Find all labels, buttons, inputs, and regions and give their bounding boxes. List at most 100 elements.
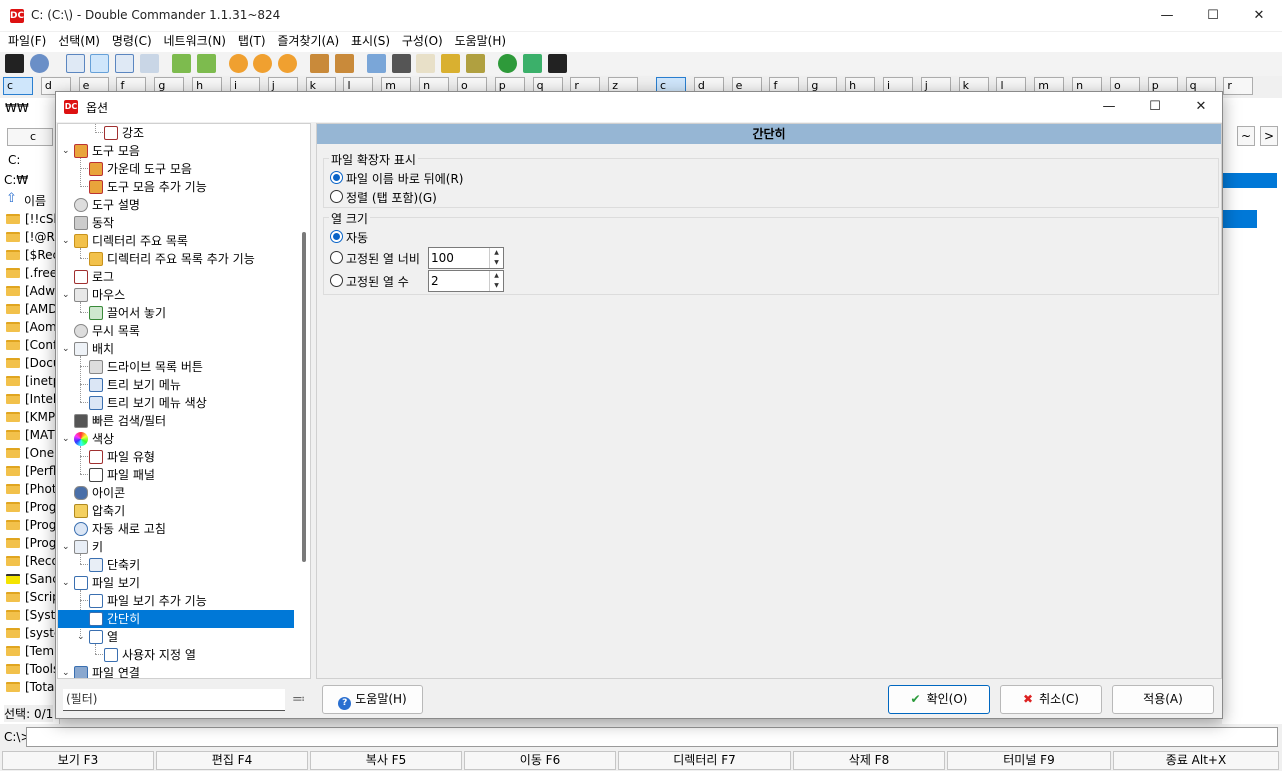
tree-item[interactable]: 도구 모음 (74, 142, 140, 160)
expand-chevron-icon[interactable]: ⌄ (62, 435, 70, 444)
list-item[interactable]: [inetp (0, 372, 60, 390)
tree-item[interactable]: 강조 (104, 124, 144, 142)
unpack-icon[interactable] (334, 54, 354, 73)
list-item[interactable]: [MAT (0, 426, 60, 444)
binoculars-icon[interactable] (391, 54, 411, 73)
spin-down-icon[interactable]: ▼ (489, 258, 503, 268)
pack-icon[interactable] (310, 54, 330, 73)
apply-button[interactable]: 적용(A) (1112, 685, 1214, 714)
spin-up-icon[interactable]: ▲ (489, 248, 503, 258)
list-item[interactable]: [Perfl (0, 462, 60, 480)
network-label[interactable]: ₩₩ (5, 101, 29, 115)
tree-item[interactable]: 마우스 (74, 286, 125, 304)
brief-view-icon[interactable] (65, 54, 85, 73)
expand-chevron-icon[interactable]: ⌄ (62, 579, 70, 588)
edit-button[interactable]: 편집 F4 (156, 751, 308, 770)
dialog-close-button[interactable]: ✕ (1178, 92, 1224, 122)
expand-chevron-icon[interactable]: ⌄ (62, 345, 70, 354)
tree-item[interactable]: 동작 (74, 214, 114, 232)
menu-commands[interactable]: 명령(C) (108, 32, 156, 50)
radio-fixed-width[interactable] (330, 251, 343, 264)
menu-favorites[interactable]: 즐겨찾기(A) (273, 32, 343, 50)
expand-chevron-icon[interactable]: ⌄ (62, 147, 70, 156)
plugin-icon[interactable] (228, 54, 248, 73)
tree-item[interactable]: 도구 모음 추가 기능 (89, 178, 207, 196)
columns-view-icon[interactable] (90, 54, 110, 73)
list-item[interactable]: [Scrip (0, 588, 60, 606)
tree-item[interactable]: 드라이브 목록 버튼 (89, 358, 203, 376)
tree-item[interactable]: 파일 유형 (89, 448, 155, 466)
move-button[interactable]: 이동 F6 (464, 751, 616, 770)
next-button[interactable]: > (1260, 126, 1278, 146)
clipboard-icon[interactable] (466, 54, 486, 73)
tree-item[interactable]: 압축기 (74, 502, 125, 520)
tree-item[interactable]: 디렉터리 주요 목록 (74, 232, 188, 250)
menu-tabs[interactable]: 탭(T) (234, 32, 270, 50)
terminal-button[interactable]: 터미널 F9 (947, 751, 1111, 770)
list-item[interactable]: [Phot (0, 480, 60, 498)
delete-button[interactable]: 삭제 F8 (793, 751, 945, 770)
list-item[interactable]: [Prog (0, 516, 60, 534)
list-item[interactable]: [syste (0, 624, 60, 642)
spin-down-icon[interactable]: ▼ (489, 281, 503, 291)
tree-item[interactable]: 디렉터리 주요 목록 추가 기능 (89, 250, 255, 268)
list-item[interactable]: [Reco (0, 552, 60, 570)
view-button[interactable]: 보기 F3 (2, 751, 154, 770)
tree-item[interactable]: 파일 패널 (89, 466, 155, 484)
exit-button[interactable]: 종료 Alt+X (1113, 751, 1279, 770)
tree-item[interactable]: 트리 보기 메뉴 색상 (89, 394, 207, 412)
menu-show[interactable]: 표시(S) (347, 32, 394, 50)
radio-after-name[interactable] (330, 171, 343, 184)
column-count-value[interactable]: 2 (431, 274, 439, 288)
tree-item[interactable]: 끌어서 놓기 (89, 304, 166, 322)
maximize-button[interactable]: ☐ (1190, 0, 1236, 32)
copy-right-icon[interactable] (196, 54, 216, 73)
radio-fixed-width-label[interactable]: 고정된 열 너비 (346, 250, 420, 267)
flat-view-icon[interactable] (140, 54, 160, 73)
list-item[interactable]: [Temp (0, 642, 60, 660)
expand-chevron-icon[interactable]: ⌄ (62, 543, 70, 552)
list-item[interactable]: [Prog (0, 498, 60, 516)
tree-item[interactable]: 도구 설명 (74, 196, 140, 214)
update-icon[interactable] (497, 54, 517, 73)
expand-chevron-icon[interactable]: ⌄ (62, 669, 70, 678)
tree-item[interactable]: 아이콘 (74, 484, 125, 502)
folder-sync-icon[interactable] (441, 54, 461, 73)
thumbnail-view-icon[interactable] (115, 54, 135, 73)
tree-item[interactable]: 파일 보기 추가 기능 (89, 592, 207, 610)
name-column-header[interactable]: 이름 (24, 192, 46, 209)
dialog-maximize-button[interactable]: ☐ (1132, 92, 1178, 122)
spin-up-icon[interactable]: ▲ (489, 271, 503, 281)
tree-item[interactable]: 키 (74, 538, 103, 556)
radio-aligned-label[interactable]: 정렬 (탭 포함)(G) (346, 189, 437, 206)
list-item[interactable]: [Total (0, 678, 60, 696)
list-item[interactable]: [Adw (0, 282, 60, 300)
minimize-button[interactable]: — (1144, 0, 1190, 32)
radio-after-name-label[interactable]: 파일 이름 바로 뒤에(R) (346, 170, 463, 187)
expand-chevron-icon[interactable]: ⌄ (77, 633, 85, 642)
plugin-config-icon[interactable] (278, 54, 298, 73)
list-item[interactable]: [Sanc (0, 570, 60, 588)
radio-aligned[interactable] (330, 190, 343, 203)
tree-item[interactable]: 파일 연결 (74, 664, 140, 678)
menu-file[interactable]: 파일(F) (4, 32, 50, 50)
list-item[interactable]: [!!cSk (0, 210, 60, 228)
list-item[interactable]: [Docu (0, 354, 60, 372)
help-button[interactable]: ? 도움말(H) (322, 685, 423, 714)
radio-auto-size-label[interactable]: 자동 (346, 229, 368, 246)
drive-button[interactable]: r (1223, 77, 1254, 95)
cancel-button[interactable]: ✖ 취소(C) (1000, 685, 1102, 714)
left-tab[interactable]: c (7, 128, 53, 146)
clear-filter-icon[interactable]: ≕ (292, 692, 305, 707)
list-item[interactable]: [AMD (0, 300, 60, 318)
close-button[interactable]: ✕ (1236, 0, 1282, 32)
command-input[interactable] (26, 727, 1278, 747)
tree-item[interactable]: 로그 (74, 268, 114, 286)
tree-item[interactable]: 열 (89, 628, 118, 646)
list-item[interactable]: [Aom (0, 318, 60, 336)
notes-icon[interactable] (522, 54, 542, 73)
column-width-stepper[interactable]: 100 ▲ ▼ (428, 247, 504, 269)
tree-item[interactable]: 무시 목록 (74, 322, 140, 340)
copy-left-icon[interactable] (171, 54, 191, 73)
compare-icon[interactable] (366, 54, 386, 73)
